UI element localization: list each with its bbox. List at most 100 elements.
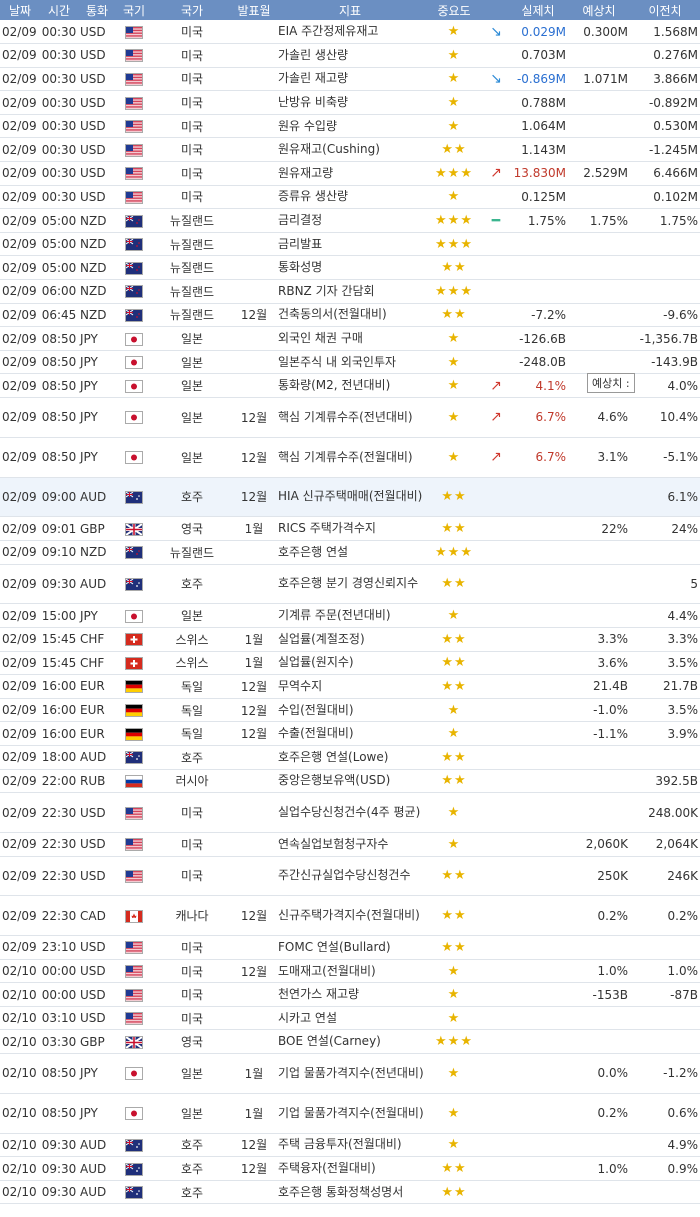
forecast-value-cell: 22% [568,516,630,541]
table-row[interactable]: 02/10 03:10 USD 미국 시카고 연설 ★ [0,1006,700,1031]
date-cell: 02/09 [0,437,40,478]
importance-stars: ★★ [424,564,484,605]
column-header[interactable]: 국기 [116,0,152,20]
table-row[interactable]: 02/09 18:00 AUD 호주 호주은행 연설(Lowe) ★★ [0,745,700,770]
country-cell: 뉴질랜드 [152,540,232,565]
indicator-cell: 통화량(M2, 전년대비) [276,373,424,398]
column-header[interactable]: 예상치 [568,0,630,20]
table-row[interactable]: 02/09 16:00 EUR 독일 12월 수입(전월대비) ★ -1.0% 3.5% [0,698,700,723]
table-row[interactable]: 02/09 09:30 AUD 호주 호주은행 분기 경영신뢰지수 ★★ 5 [0,564,700,605]
forecast-value-cell: 1.75% [568,208,630,233]
importance-stars: ★★ [424,674,484,699]
importance-stars: ★★ [424,627,484,652]
indicator-cell: HIA 신규주택매매(전월대비) [276,477,424,518]
release-month-cell: 1월 [232,1093,276,1134]
table-row[interactable]: 02/10 09:30 AUD 호주 12월 주택 금융투자(전월대비) ★ 4.9% [0,1133,700,1158]
indicator-cell: 실업수당신청건수(4주 평균) [276,792,424,833]
column-header[interactable]: 국가 [152,0,232,20]
forecast-value-cell: 2,060K [568,832,630,857]
currency-cell: JPY [78,1093,116,1134]
column-header[interactable]: 지표 [276,0,424,20]
table-row[interactable]: 02/09 09:10 NZD 뉴질랜드 호주은행 연설 ★★★ [0,540,700,565]
table-row[interactable]: 02/10 00:00 USD 미국 천연가스 재고량 ★ -153B -87B [0,982,700,1007]
time-cell: 16:00 [40,721,78,746]
country-cell: 독일 [152,698,232,723]
table-row[interactable]: 02/09 08:50 JPY 일본 외국인 채권 구매 ★ -126.6B -1,356.7… [0,326,700,351]
release-month-cell [232,232,276,257]
column-header[interactable] [484,0,508,20]
column-header[interactable]: 이전치 [630,0,700,20]
trend-icon [484,232,508,257]
table-row[interactable]: 02/10 08:50 JPY 일본 1월 기업 물품가격지수(전년대비) ★ 0.0% -1.… [0,1053,700,1094]
importance-stars: ★ [424,721,484,746]
table-row[interactable]: 02/10 08:50 JPY 일본 1월 기업 물품가격지수(전월대비) ★ 0.2% 0.6… [0,1093,700,1134]
column-header[interactable]: 중요도 [424,0,484,20]
table-row[interactable]: 02/09 05:00 NZD 뉴질랜드 통화성명 ★★ [0,255,700,281]
table-row[interactable]: 02/09 15:00 JPY 일본 기계류 주문(전년대비) ★ 4.4% [0,603,700,628]
table-row[interactable]: 02/09 09:00 AUD 호주 12월 HIA 신규주택매매(전월대비) ★★ 6.1% [0,477,700,518]
release-month-cell [232,208,276,233]
table-row[interactable]: 02/09 15:45 CHF 스위스 1월 실업률(원지수) ★★ 3.6% 3.5% [0,651,700,676]
table-row[interactable]: 02/09 00:30 USD 미국 원유재고(Cushing) ★★ 1.143M -1.2… [0,137,700,163]
country-cell: 미국 [152,43,232,68]
flag-icon [116,208,152,233]
actual-value-cell: 4.1% [508,373,568,398]
table-row[interactable]: 02/10 09:30 AUD 호주 호주은행 통화정책성명서 ★★ [0,1180,700,1205]
table-row[interactable]: 02/09 06:00 NZD 뉴질랜드 RBNZ 기자 간담회 ★★★ [0,279,700,304]
currency-cell: AUD [78,1180,116,1205]
table-row[interactable]: 02/09 22:30 USD 미국 연속실업보험청구자수 ★ 2,060K 2,064K [0,832,700,857]
table-row[interactable]: 02/09 08:50 JPY 일본 12월 핵심 기계류수주(전월대비) ★ ↗ 6.7% 3.… [0,437,700,478]
table-row[interactable]: 02/10 03:30 GBP 영국 BOE 연설(Carney) ★★★ [0,1029,700,1055]
table-row[interactable]: 02/09 16:00 EUR 독일 12월 수출(전월대비) ★ -1.1% 3.9% [0,721,700,746]
table-row[interactable]: 02/09 08:50 JPY 일본 일본주식 내 외국인투자 ★ -248.0B -143.… [0,350,700,375]
country-cell: 뉴질랜드 [152,279,232,304]
table-row[interactable]: 02/09 00:30 USD 미국 가솔린 재고량 ★ ↘ -0.869M 1.071M 3.8… [0,67,700,92]
previous-value-cell: 4.9% [630,1133,700,1158]
column-header[interactable]: 통화 [78,0,116,20]
flag-icon [116,477,152,518]
trend-icon: ↗ [484,373,508,398]
table-row[interactable]: 02/09 22:30 CAD 캐나다 12월 신규주택가격지수(전월대비) ★★ 0.2% 0… [0,895,700,937]
time-cell: 22:00 [40,769,78,794]
release-month-cell [232,540,276,565]
importance-stars: ★ [424,698,484,723]
previous-value-cell: 3.9% [630,721,700,746]
table-row[interactable]: 02/09 05:00 NZD 뉴질랜드 금리발표 ★★★ [0,232,700,257]
table-row[interactable]: 02/09 08:50 JPY 일본 12월 핵심 기계류수주(전년대비) ★ ↗ 6.7% 4.… [0,397,700,438]
date-cell: 02/09 [0,255,40,281]
actual-value-cell: 1.143M [508,137,568,163]
table-row[interactable]: 02/09 00:30 USD 미국 가솔린 생산량 ★ 0.703M 0.276M [0,43,700,68]
table-row[interactable]: 02/09 16:00 EUR 독일 12월 무역수지 ★★ 21.4B 21.7B [0,674,700,699]
column-header[interactable]: 시간 [40,0,78,20]
indicator-cell: 무역수지 [276,674,424,699]
column-header[interactable]: 날짜 [0,0,40,20]
column-header[interactable]: 실제치 [508,0,568,20]
table-row[interactable]: 02/09 00:30 USD 미국 EIA 주간정제유재고 ★ ↘ 0.029M 0.300M… [0,20,700,45]
date-cell: 02/10 [0,982,40,1007]
currency-cell: NZD [78,303,116,328]
table-row[interactable]: 02/09 22:30 USD 미국 실업수당신청건수(4주 평균) ★ 248.00K [0,792,700,833]
table-row[interactable]: 02/09 22:30 USD 미국 주간신규실업수당신청건수 ★★ 250K 246K [0,856,700,897]
table-row[interactable]: 02/09 22:00 RUB 러시아 중앙은행보유액(USD) ★★ 392.5B [0,769,700,794]
table-row[interactable]: 02/09 00:30 USD 미국 원유재고량 ★★★ ↗ 13.830M 2.529M 6.4… [0,161,700,186]
importance-stars: ★ [424,1133,484,1158]
table-row[interactable]: 02/09 06:45 NZD 뉴질랜드 12월 건축동의서(전월대비) ★★ -7.2% -9… [0,303,700,328]
table-row[interactable]: 02/10 00:00 USD 미국 12월 도매재고(전월대비) ★ 1.0% 1.0% [0,959,700,984]
table-row[interactable]: 02/09 09:01 GBP 영국 1월 RICS 주택가격수지 ★★ 22% 24% [0,516,700,541]
trend-icon [484,90,508,115]
trend-icon [484,1006,508,1031]
indicator-cell: RICS 주택가격수지 [276,516,424,541]
date-cell: 02/09 [0,232,40,257]
table-row[interactable]: 02/09 00:30 USD 미국 원유 수입량 ★ 1.064M 0.530M [0,114,700,139]
table-row[interactable]: 02/09 00:30 USD 미국 증류유 생산량 ★ 0.125M 0.102M [0,185,700,210]
table-row[interactable]: 02/09 15:45 CHF 스위스 1월 실업률(계절조정) ★★ 3.3% 3.3% [0,627,700,652]
forecast-value-cell [568,935,630,960]
table-row[interactable]: 02/09 00:30 USD 미국 난방유 비축량 ★ 0.788M -0.892M [0,90,700,115]
indicator-cell: 가솔린 재고량 [276,67,424,92]
column-header[interactable]: 발표월 [232,0,276,20]
actual-value-cell: -7.2% [508,303,568,328]
date-cell: 02/09 [0,651,40,676]
table-row[interactable]: 02/10 09:30 AUD 호주 12월 주택융자(전월대비) ★★ 1.0% 0.9% [0,1156,700,1181]
table-row[interactable]: 02/09 05:00 NZD 뉴질랜드 금리결정 ★★★ ━ 1.75% 1.75% 1.75% [0,208,700,233]
table-row[interactable]: 02/09 23:10 USD 미국 FOMC 연설(Bullard) ★★ [0,935,700,960]
